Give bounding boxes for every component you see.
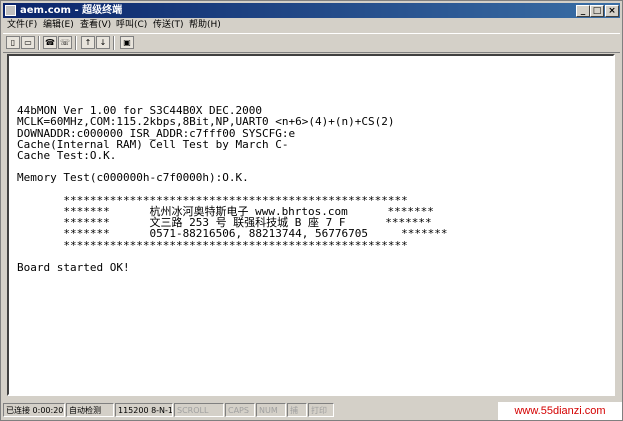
status-scroll: SCROLL — [174, 403, 224, 417]
disconnect-icon[interactable]: ☎ — [43, 36, 57, 49]
terminal-line: ******* 0571-88216506, 88213744, 5677670… — [17, 227, 448, 241]
receive-icon[interactable]: ↓ — [96, 36, 110, 49]
terminal-screen[interactable]: 44bMON Ver 1.00 for S3C44B0X DEC.2000 MCL… — [7, 54, 615, 396]
menu-bar: 文件(F) 编辑(E) 查看(V) 呼叫(C) 传送(T) 帮助(H) — [3, 18, 620, 32]
menu-help[interactable]: 帮助(H) — [189, 18, 221, 32]
toolbar-separator — [113, 36, 115, 50]
maximize-button[interactable]: □ — [590, 5, 604, 17]
terminal-line: ****************************************… — [17, 238, 408, 252]
send-icon[interactable]: ↑ — [81, 36, 95, 49]
terminal-line: Memory Test(c000000h-c7f0000h):O.K. — [17, 171, 249, 185]
terminal-line: MCLK=60MHz,COM:115.2kbps,8Bit,NP,UART0 <… — [17, 115, 395, 129]
toolbar-separator — [75, 36, 77, 50]
menu-edit[interactable]: 编辑(E) — [43, 18, 74, 32]
menu-file[interactable]: 文件(F) — [7, 18, 37, 32]
close-button[interactable]: × — [605, 5, 619, 17]
menu-call[interactable]: 呼叫(C) — [116, 18, 147, 32]
hyperterminal-window: aem.com - 超级终端 _ □ × 文件(F) 编辑(E) 查看(V) 呼… — [0, 0, 623, 421]
title-bar[interactable]: aem.com - 超级终端 _ □ × — [3, 3, 620, 18]
menu-view[interactable]: 查看(V) — [80, 18, 111, 32]
watermark: www.55dianzi.com — [498, 402, 622, 420]
open-icon[interactable]: ▭ — [21, 36, 35, 49]
status-caps: CAPS — [225, 403, 255, 417]
toolbar: ▯ ▭ ☎ ☏ ↑ ↓ ▣ — [3, 33, 620, 53]
terminal-output: 44bMON Ver 1.00 for S3C44B0X DEC.2000 MCL… — [17, 94, 447, 296]
status-num: NUM — [256, 403, 286, 417]
status-settings: 115200 8-N-1 — [115, 403, 173, 417]
minimize-button[interactable]: _ — [576, 5, 590, 17]
toolbar-separator — [38, 36, 40, 50]
app-icon — [5, 5, 16, 16]
connect-icon[interactable]: ☏ — [58, 36, 72, 49]
terminal-line: Board started OK! — [17, 261, 130, 275]
terminal-line: Cache Test:O.K. — [17, 149, 117, 163]
status-capture: 捕 — [287, 403, 307, 417]
menu-transfer[interactable]: 传送(T) — [153, 18, 184, 32]
new-icon[interactable]: ▯ — [6, 36, 20, 49]
properties-icon[interactable]: ▣ — [120, 36, 134, 49]
status-connected: 已连接 0:00:20 — [3, 403, 65, 417]
status-detect: 自动检测 — [66, 403, 114, 417]
window-title: aem.com - 超级终端 — [20, 5, 123, 16]
status-print: 打印 — [308, 403, 334, 417]
